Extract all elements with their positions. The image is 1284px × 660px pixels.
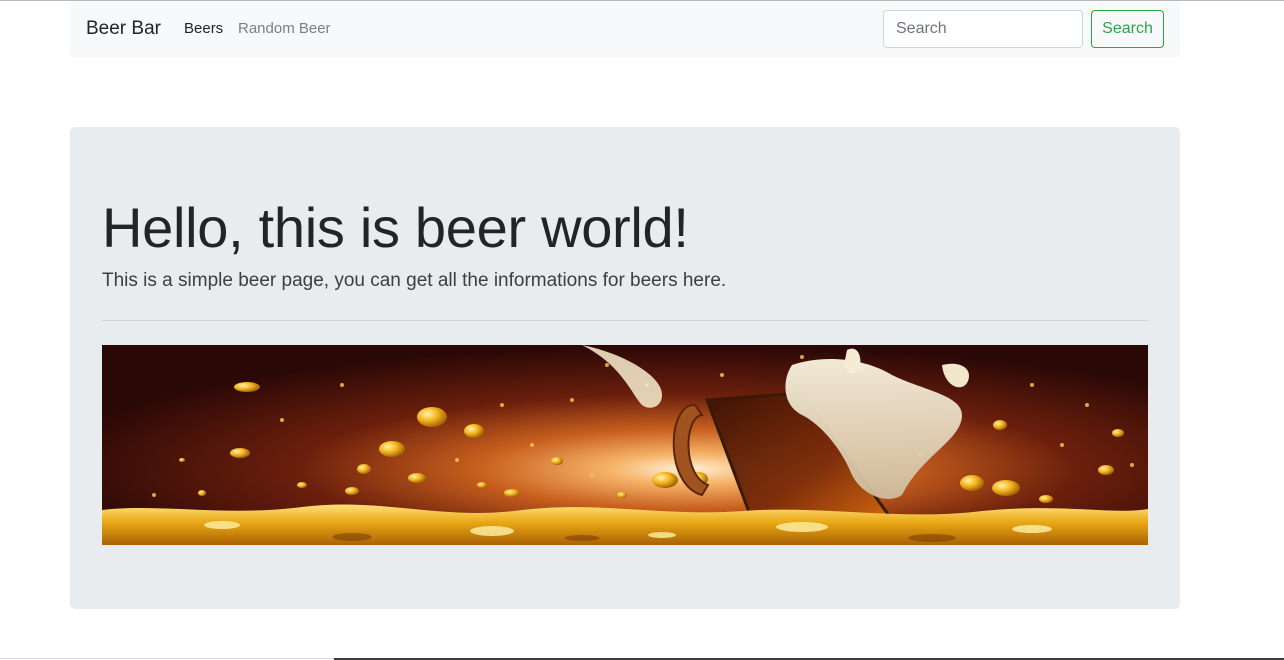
search-button[interactable]: Search xyxy=(1091,10,1164,48)
nav-link-beers[interactable]: Beers xyxy=(184,20,223,37)
hero-title: Hello, this is beer world! xyxy=(102,196,689,259)
search-input[interactable] xyxy=(883,10,1083,48)
hero-divider xyxy=(102,320,1148,321)
beer-banner-image xyxy=(102,345,1148,545)
hero-jumbotron: Hello, this is beer world! This is a sim… xyxy=(70,127,1180,609)
nav-link-random-beer[interactable]: Random Beer xyxy=(238,20,331,37)
hero-lead: This is a simple beer page, you can get … xyxy=(102,270,727,291)
navbar: Beer Bar Beers Random Beer Search xyxy=(70,1,1180,57)
brand-link[interactable]: Beer Bar xyxy=(86,18,161,40)
